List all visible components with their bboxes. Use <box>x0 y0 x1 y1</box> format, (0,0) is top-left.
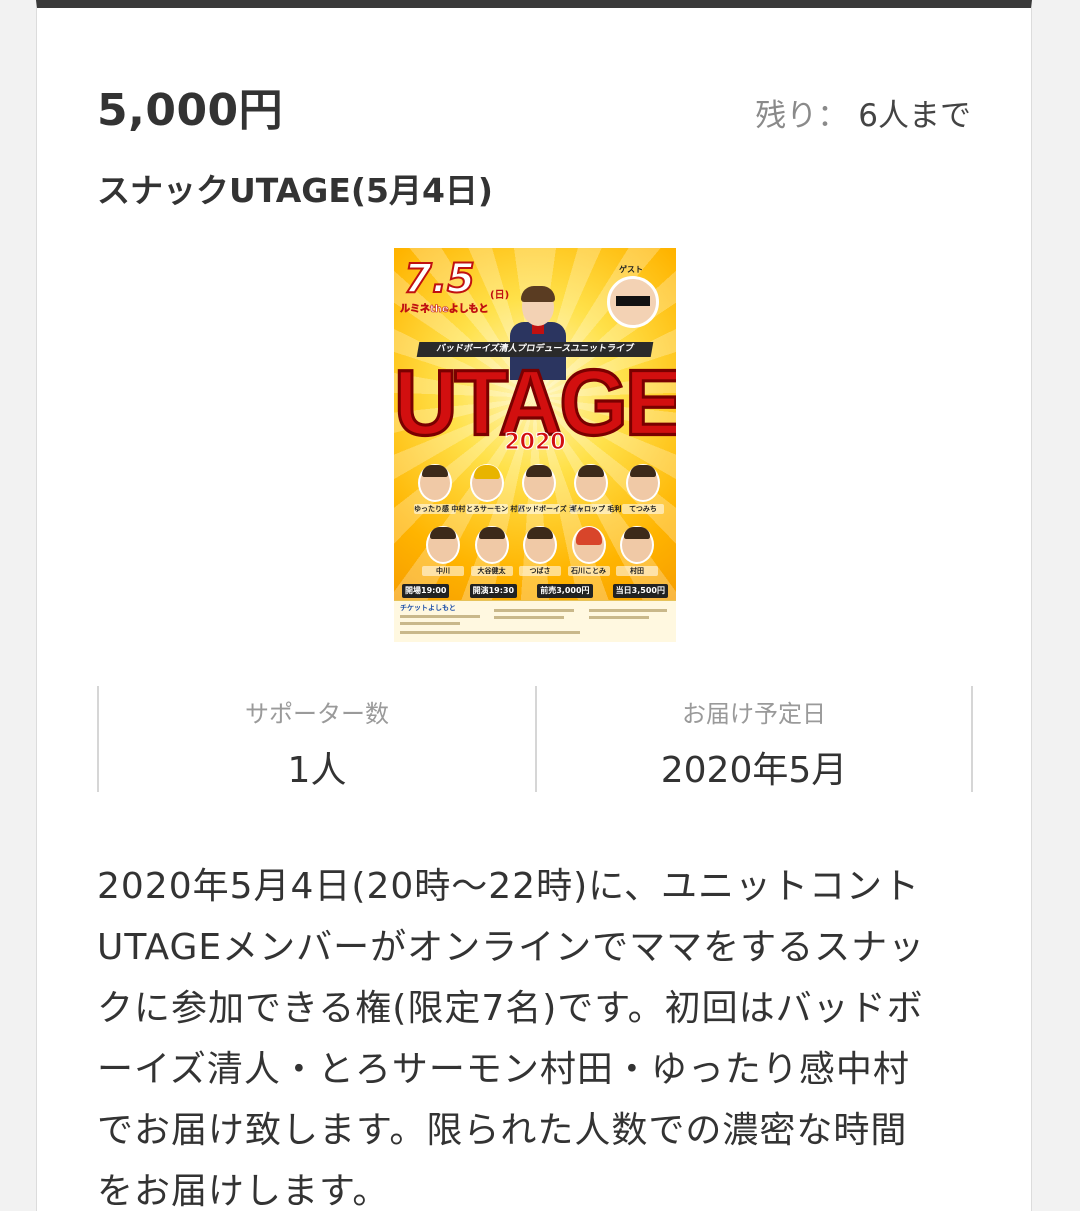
poster-day-of-week: (日) <box>490 290 510 301</box>
reward-stats: サポーター数 1人 お届け予定日 2020年5月 <box>97 686 973 792</box>
member-portrait: 石川ことみ <box>567 526 610 576</box>
poster-members-row-2: 中川 大谷健太 つばさ 石川ことみ 村田 <box>422 526 658 576</box>
poster-guest-label: ゲスト <box>619 265 643 274</box>
reward-title: スナックUTAGE(5月4日) <box>97 171 493 210</box>
delivery-label: お届け予定日 <box>682 700 826 728</box>
description-line: UTAGEメンバーがオンラインでママをするスナッ <box>97 927 926 968</box>
member-portrait: 村田 <box>616 526 658 576</box>
member-portrait: てつみち <box>622 464 664 514</box>
description-line: 2020年5月4日(20時〜22時)に、ユニットコント <box>97 866 921 907</box>
member-portrait: ギャロップ 毛利 <box>570 464 621 514</box>
poster-advance-price: 前売3,000円 <box>537 584 593 598</box>
member-portrait: ゆったり感 中村 <box>414 464 465 514</box>
delivery-stat: お届け予定日 2020年5月 <box>535 686 971 792</box>
member-portrait: とろサーモン 村田 <box>466 464 524 514</box>
description-line: でお届け致します。限られた人数での濃密な時間 <box>97 1110 908 1151</box>
remaining-value: 6人まで <box>858 98 971 134</box>
supporters-value: 1人 <box>287 750 347 791</box>
reward-description: 2020年5月4日(20時〜22時)に、ユニットコント UTAGEメンバーがオン… <box>97 856 977 1211</box>
poster-start-time: 開演19:30 <box>469 584 518 598</box>
description-line: ーイズ清人・とろサーモン村田・ゆったり感中村 <box>97 1049 910 1090</box>
member-portrait: 大谷健太 <box>470 526 513 576</box>
poster-door-price: 当日3,500円 <box>612 584 668 598</box>
description-line: をお届けします。 <box>97 1171 390 1211</box>
member-portrait: つばさ <box>519 526 561 576</box>
poster-date: 7.5 <box>403 255 476 303</box>
poster-times: 開場19:00 開演19:30 前売3,000円 当日3,500円 <box>402 584 668 598</box>
reward-card: 5,000円 残り： 6人まで スナックUTAGE(5月4日) 7.5 (日) ル… <box>36 0 1032 1211</box>
member-portrait: 中川 <box>422 526 464 576</box>
censor-bar <box>616 296 650 306</box>
poster-year: 2020 <box>504 430 566 456</box>
member-portrait: バッドボーイズ 清人 <box>518 464 583 514</box>
supporters-label: サポーター数 <box>245 700 389 728</box>
poster-members-row-1: ゆったり感 中村 とろサーモン 村田 バッドボーイズ 清人 ギャロップ 毛利 て… <box>414 464 664 514</box>
supporters-stat: サポーター数 1人 <box>99 686 535 792</box>
poster-ticket-brand: チケットよしもと <box>400 604 456 612</box>
description-line: クに参加できる権(限定7名)です。初回はバッドボ <box>97 988 924 1029</box>
guest-photo <box>607 276 659 328</box>
poster-venue: ルミネtheよしもと <box>400 304 489 316</box>
remaining-label: 残り： <box>755 98 849 134</box>
event-poster-image[interactable]: 7.5 (日) ルミネtheよしもと ゲスト バッドボーイズ清人プロデュースユニ… <box>394 248 676 642</box>
remaining-count: 残り： 6人まで <box>755 90 971 135</box>
poster-footer: チケットよしもと <box>394 600 676 642</box>
delivery-value: 2020年5月 <box>660 750 848 791</box>
reward-price: 5,000円 <box>97 85 284 136</box>
poster-open-time: 開場19:00 <box>402 584 450 598</box>
